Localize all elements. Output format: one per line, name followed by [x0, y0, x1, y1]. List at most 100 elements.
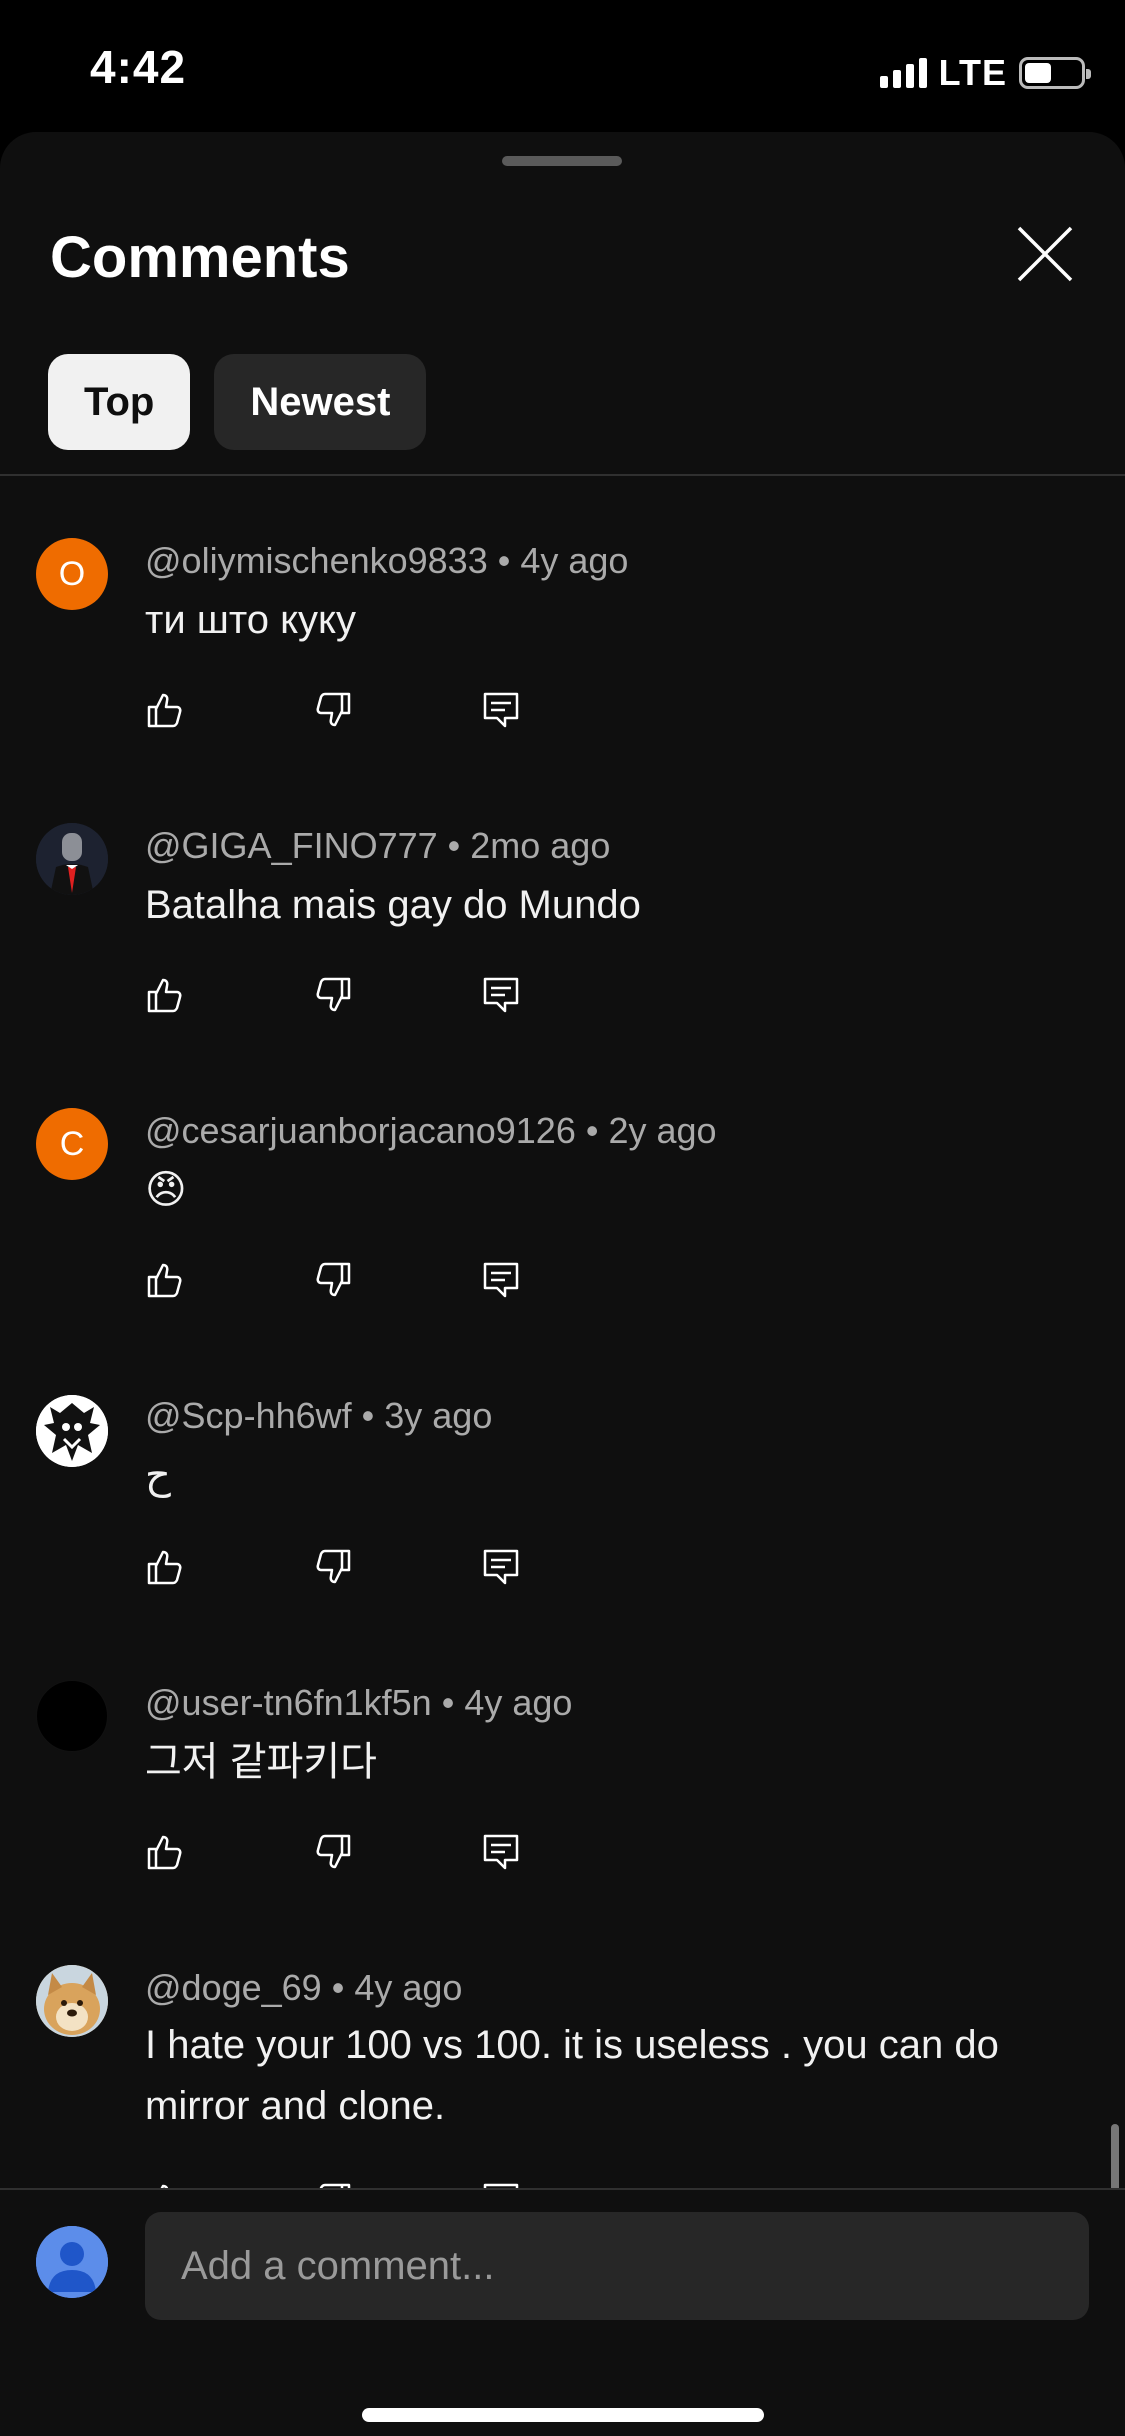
home-indicator — [362, 2408, 764, 2422]
comment-actions — [145, 1547, 649, 1587]
avatar[interactable] — [36, 1680, 108, 1752]
dislike-button[interactable] — [313, 690, 353, 730]
comment-item: O @oliymischenko9833 • 4y ago ти што куку — [0, 476, 1125, 761]
comment-text: 😠 — [145, 1168, 187, 1212]
dislike-button[interactable] — [313, 1260, 353, 1300]
avatar[interactable]: C — [36, 1108, 108, 1180]
reply-button[interactable] — [481, 1547, 521, 1587]
dog-avatar-icon — [36, 1965, 108, 2037]
comment-item: C @cesarjuanborjacano9126 • 2y ago 😠 — [0, 1046, 1125, 1331]
avatar[interactable] — [36, 1395, 108, 1467]
thumbs-up-icon — [147, 693, 182, 728]
like-button[interactable] — [145, 1260, 185, 1300]
tab-top[interactable]: Top — [48, 354, 191, 450]
dislike-button[interactable] — [313, 975, 353, 1015]
close-button[interactable] — [1015, 224, 1075, 284]
comment-composer — [0, 2188, 1125, 2436]
comment-author[interactable]: @user-tn6fn1kf5n — [145, 1682, 432, 1723]
comment-item: @GIGA_FINO777 • 2mo ago Batalha mais gay d… — [0, 761, 1125, 1046]
thumbs-down-icon — [316, 1262, 351, 1297]
reply-button[interactable] — [481, 690, 521, 730]
comment-meta: @oliymischenko9833 • 4y ago — [145, 540, 629, 581]
thumbs-down-icon — [316, 1834, 351, 1869]
reply-icon — [483, 1549, 519, 1585]
thumbs-up-icon — [147, 1835, 182, 1870]
comment-age: 3y ago — [384, 1395, 493, 1436]
comment-meta: @Scp-hh6wf • 3y ago — [145, 1395, 493, 1436]
dislike-button[interactable] — [313, 1832, 353, 1872]
comment-author[interactable]: @doge_69 — [145, 1967, 322, 2008]
my-avatar — [36, 2226, 108, 2298]
reply-icon — [483, 692, 519, 728]
reply-icon — [483, 977, 519, 1013]
comment-actions — [145, 1260, 649, 1300]
thumbs-up-icon — [147, 1263, 182, 1298]
avatar-letter: O — [58, 554, 86, 593]
thumbs-up-icon — [160, 2184, 169, 2188]
thumbs-up-icon — [147, 978, 182, 1013]
like-button[interactable] — [145, 690, 185, 730]
comment-age: 2mo ago — [470, 825, 611, 866]
comment-actions — [145, 690, 649, 730]
user-silhouette-icon — [36, 2226, 108, 2298]
thumbs-down-icon — [316, 692, 351, 727]
sheet-title: Comments — [50, 225, 350, 290]
comment-age: 4y ago — [520, 540, 629, 581]
reply-icon — [483, 1262, 519, 1298]
comment-input[interactable] — [145, 2212, 1089, 2320]
signal-icon — [879, 58, 927, 88]
dislike-button[interactable] — [313, 1547, 353, 1587]
status-indicators: LTE — [879, 52, 1091, 94]
comments-list[interactable]: O @oliymischenko9833 • 4y ago ти што куку — [0, 476, 1125, 2188]
comment-meta: @user-tn6fn1kf5n • 4y ago — [145, 1682, 573, 1723]
comment-author[interactable]: @oliymischenko9833 — [145, 540, 488, 581]
comment-item: @doge_69 • 4y ago I hate your 100 vs 100. … — [0, 1903, 1125, 2188]
avatar[interactable] — [36, 1965, 108, 2037]
thumbs-down-icon — [319, 2183, 351, 2188]
like-button[interactable] — [145, 975, 185, 1015]
comment-text: ти што куку — [145, 598, 356, 642]
comment-age: 4y ago — [464, 1682, 573, 1723]
like-button[interactable] — [145, 1832, 185, 1872]
comment-author[interactable]: @cesarjuanborjacano9126 — [145, 1110, 576, 1151]
battery-icon — [1019, 57, 1091, 89]
sort-chips: Top Newest — [48, 354, 427, 450]
comment-meta: @cesarjuanborjacano9126 • 2y ago — [145, 1110, 717, 1151]
like-button[interactable] — [145, 1547, 185, 1587]
comment-meta: @GIGA_FINO777 • 2mo ago — [145, 825, 611, 866]
comment-text: Batalha mais gay do Mundo — [145, 883, 641, 927]
status-bar: 4:42 LTE — [0, 0, 1125, 132]
reply-button[interactable] — [481, 975, 521, 1015]
thumbs-up-icon — [147, 1550, 182, 1585]
like-button[interactable] — [145, 2181, 185, 2188]
avatar[interactable] — [36, 823, 108, 895]
close-icon — [1017, 226, 1073, 282]
dislike-button[interactable] — [313, 2181, 353, 2188]
comment-actions — [145, 2181, 649, 2188]
comment-item: @Scp-hh6wf • 3y ago ح — [0, 1331, 1125, 1618]
reply-icon — [483, 2183, 519, 2188]
comment-text: ح — [145, 1453, 171, 1497]
person-suit-icon — [36, 823, 108, 895]
avatar[interactable]: O — [36, 538, 108, 610]
comment-age: 2y ago — [608, 1110, 717, 1151]
comment-actions — [145, 1832, 649, 1872]
network-label: LTE — [938, 52, 1007, 93]
thumbs-down-icon — [316, 1549, 351, 1584]
comment-meta: @doge_69 • 4y ago — [145, 1967, 463, 2008]
comment-age: 4y ago — [354, 1967, 463, 2008]
reply-icon — [483, 1834, 519, 1870]
drag-handle[interactable] — [502, 156, 622, 166]
reply-button[interactable] — [481, 1832, 521, 1872]
comment-author[interactable]: @GIGA_FINO777 — [145, 825, 438, 866]
reply-button[interactable] — [481, 1260, 521, 1300]
comments-sheet: Comments Top Newest O @oliymischenko9833… — [0, 132, 1125, 2436]
comment-text: I hate your 100 vs 100. it is useless . … — [145, 2023, 999, 2128]
comment-author[interactable]: @Scp-hh6wf — [145, 1395, 352, 1436]
status-time: 4:42 — [90, 41, 187, 93]
tab-newest[interactable]: Newest — [214, 354, 427, 450]
avatar-letter: C — [59, 1124, 85, 1163]
comment-text: 그저 같파키다 — [145, 1740, 377, 1784]
monster-logo-icon — [36, 1395, 108, 1467]
reply-button[interactable] — [481, 2181, 521, 2188]
